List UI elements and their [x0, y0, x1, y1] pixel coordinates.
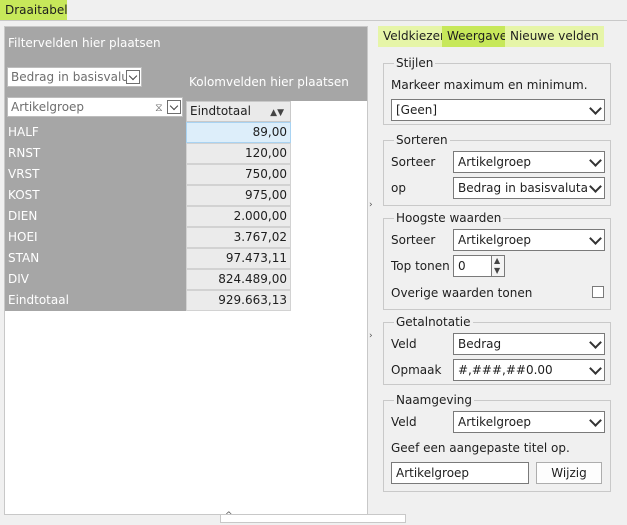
chevron-down-icon[interactable] — [167, 100, 181, 114]
stijlen-group: Stijlen Markeer maximum en minimum. [Gee… — [383, 56, 611, 125]
draaitabel-tab[interactable]: Draaitabel — [0, 0, 68, 20]
sorteer-op-value: Bedrag in basisvaluta — [458, 181, 588, 195]
tab-veldkiezer[interactable]: Veldkiezer — [378, 26, 450, 47]
stijlen-select[interactable]: [Geen] — [391, 99, 605, 121]
row-label-half[interactable]: HALF — [8, 122, 183, 143]
spin-up-icon[interactable]: ▲ — [494, 256, 500, 265]
overige-waarden-checkbox[interactable] — [592, 286, 604, 298]
table-cell[interactable]: 3.767,02 — [186, 227, 291, 248]
table-cell[interactable]: 824.489,00 — [186, 269, 291, 290]
row-label-vrst[interactable]: VRST — [8, 164, 183, 185]
chevron-down-icon[interactable] — [126, 70, 140, 84]
sorteren-group: Sorteren Sorteer Artikelgroep op Bedrag … — [383, 133, 611, 206]
aangepaste-titel-hint: Geef een aangepaste titel op. — [391, 441, 570, 455]
opmaak-value: #,###,##0.00 — [458, 363, 553, 377]
top-tonen-value: 0 — [458, 259, 466, 273]
markeer-label: Markeer maximum en minimum. — [391, 78, 588, 92]
sorteer-select[interactable]: Artikelgroep — [453, 151, 605, 173]
table-cell[interactable]: 975,00 — [186, 185, 291, 206]
column-header-label: Eindtotaal — [190, 104, 251, 118]
hoogste-sorteer-value: Artikelgroep — [458, 233, 532, 247]
overige-waarden-label: Overige waarden tonen — [391, 286, 533, 300]
top-tonen-label: Top tonen — [391, 259, 450, 273]
stijlen-value: [Geen] — [396, 103, 438, 117]
table-cell[interactable]: 89,00 — [186, 122, 291, 143]
value-field-label: Bedrag in basisvaluta — [11, 70, 141, 84]
filter-drop-area[interactable]: Filtervelden hier plaatsen — [5, 27, 367, 59]
sort-icon[interactable]: ▲▼ — [270, 104, 284, 123]
chevron-right-icon[interactable]: › — [369, 200, 375, 210]
chevron-up-icon[interactable]: ^ — [225, 511, 233, 521]
getal-veld-select[interactable]: Bedrag — [453, 333, 605, 355]
hoogste-waarden-title: Hoogste waarden — [394, 211, 504, 225]
top-tonen-input[interactable]: 0 — [453, 255, 493, 277]
chevron-down-icon — [589, 232, 602, 245]
row-label-div[interactable]: DIV — [8, 269, 183, 290]
getal-veld-label: Veld — [391, 337, 417, 351]
row-field-label: Artikelgroep — [11, 100, 85, 114]
chevron-down-icon — [589, 180, 602, 193]
tab-nieuwe-velden[interactable]: Nieuwe velden — [505, 26, 604, 47]
table-cell[interactable]: 97.473,11 — [186, 248, 291, 269]
hoogste-sorteer-select[interactable]: Artikelgroep — [453, 229, 605, 251]
chevron-down-icon — [589, 154, 602, 167]
hoogste-waarden-group: Hoogste waarden Sorteer Artikelgroep Top… — [383, 211, 611, 310]
chevron-down-icon — [589, 414, 602, 427]
row-field-chip[interactable]: Artikelgroep ⧖ — [7, 97, 183, 117]
hoogste-sorteer-label: Sorteer — [391, 233, 436, 247]
opmaak-label: Opmaak — [391, 363, 442, 377]
horizontal-splitter[interactable]: ^ — [220, 511, 406, 523]
op-label: op — [391, 181, 406, 195]
row-label-rnst[interactable]: RNST — [8, 143, 183, 164]
sorteer-op-select[interactable]: Bedrag in basisvaluta — [453, 177, 605, 199]
titel-input[interactable]: Artikelgroep — [391, 462, 529, 484]
getalnotatie-title: Getalnotatie — [394, 315, 473, 329]
table-cell[interactable]: 120,00 — [186, 143, 291, 164]
getal-veld-value: Bedrag — [458, 337, 502, 351]
table-cell[interactable]: 2.000,00 — [186, 206, 291, 227]
top-tonen-spinner[interactable]: ▲ ▼ — [491, 255, 505, 277]
tab-weergave[interactable]: Weergave — [442, 26, 513, 47]
row-label-dien[interactable]: DIEN — [8, 206, 183, 227]
titel-value: Artikelgroep — [396, 466, 470, 480]
filter-icon[interactable]: ⧖ — [155, 101, 163, 115]
sorteren-title: Sorteren — [394, 133, 450, 147]
table-cell[interactable]: 929.663,13 — [186, 290, 291, 311]
naam-veld-label: Veld — [391, 415, 417, 429]
sorteer-value: Artikelgroep — [458, 155, 532, 169]
title-divider — [0, 20, 627, 21]
row-label-kost[interactable]: KOST — [8, 185, 183, 206]
stijlen-title: Stijlen — [394, 56, 436, 70]
chevron-down-icon — [589, 336, 602, 349]
chevron-down-icon — [589, 102, 602, 115]
row-label-hoei[interactable]: HOEI — [8, 227, 183, 248]
naam-veld-value: Artikelgroep — [458, 415, 532, 429]
column-drop-area[interactable]: Kolomvelden hier plaatsen — [189, 75, 349, 89]
table-cell[interactable]: 750,00 — [186, 164, 291, 185]
column-header-eindtotaal[interactable]: Eindtotaal ▲▼ — [186, 101, 291, 122]
wijzig-button[interactable]: Wijzig — [536, 462, 602, 484]
sorteer-label: Sorteer — [391, 155, 436, 169]
naamgeving-title: Naamgeving — [394, 393, 475, 407]
spin-down-icon[interactable]: ▼ — [494, 266, 500, 275]
value-field-chip[interactable]: Bedrag in basisvaluta — [7, 67, 142, 87]
chevron-right-icon[interactable]: › — [369, 331, 375, 341]
row-label-stan[interactable]: STAN — [8, 248, 183, 269]
opmaak-select[interactable]: #,###,##0.00 — [453, 359, 605, 381]
naam-veld-select[interactable]: Artikelgroep — [453, 411, 605, 433]
panel-splitter[interactable]: › › — [368, 26, 376, 515]
chevron-down-icon — [589, 362, 602, 375]
naamgeving-group: Naamgeving Veld Artikelgroep Geef een aa… — [383, 393, 611, 492]
getalnotatie-group: Getalnotatie Veld Bedrag Opmaak #,###,##… — [383, 315, 611, 385]
row-label-eindtotaal[interactable]: Eindtotaal — [8, 290, 183, 311]
